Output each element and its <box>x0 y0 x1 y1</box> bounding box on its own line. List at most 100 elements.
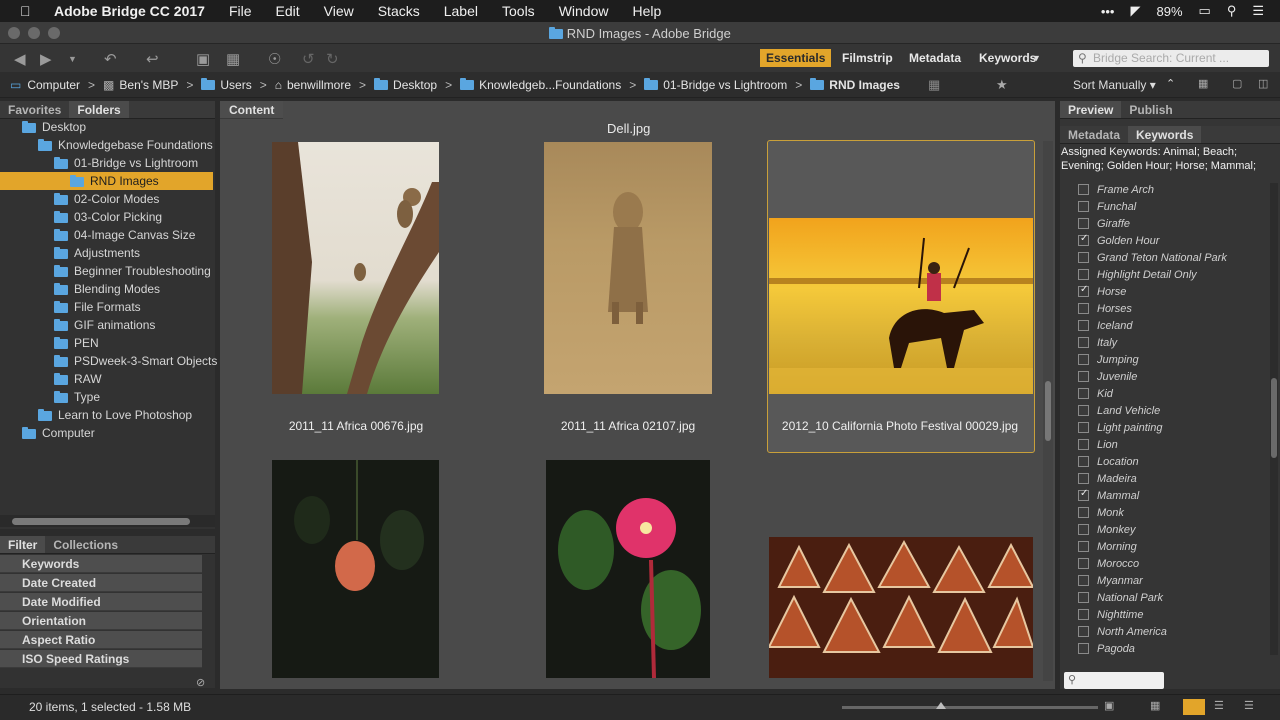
view-list-icon[interactable]: ☰ <box>1244 699 1254 712</box>
keyword-checkbox[interactable] <box>1078 626 1089 637</box>
quality-options-icon[interactable]: ▦ <box>928 77 940 93</box>
lock-thumbnail-grid-icon[interactable]: ▦ <box>1150 699 1160 712</box>
keyword-row[interactable]: Morocco <box>1078 555 1139 572</box>
keyword-row[interactable]: Golden Hour <box>1078 232 1159 249</box>
spotlight-icon[interactable]: ⚲ <box>1227 3 1237 19</box>
filter-date-modified[interactable]: Date Modified <box>0 593 202 611</box>
folder-item[interactable]: 03-Color Picking <box>42 209 162 226</box>
keyword-row[interactable]: Nighttime <box>1078 606 1143 623</box>
keyword-checkbox[interactable] <box>1078 575 1089 586</box>
thumbnail-image[interactable] <box>544 142 712 394</box>
keyword-row[interactable]: Iceland <box>1078 317 1132 334</box>
keyword-row[interactable]: Light painting <box>1078 419 1162 436</box>
keyword-checkbox[interactable] <box>1078 507 1089 518</box>
star-filter-icon[interactable]: ★ <box>996 77 1008 93</box>
keyword-checkbox[interactable] <box>1078 252 1089 263</box>
filter-iso-speed[interactable]: ISO Speed Ratings <box>0 650 202 668</box>
thumbnail-image[interactable] <box>769 218 1033 394</box>
crumb-benwillmore[interactable]: ⌂ benwillmore > <box>275 78 374 92</box>
keyword-row[interactable]: Jumping <box>1078 351 1139 368</box>
keyword-row[interactable]: Lion <box>1078 436 1118 453</box>
camera-download-icon[interactable]: ▣ <box>196 50 210 68</box>
tab-favorites[interactable]: Favorites <box>0 101 69 118</box>
thumbnail-image[interactable] <box>769 537 1033 678</box>
keyword-checkbox[interactable] <box>1078 218 1089 229</box>
notification-center-icon[interactable]: ☰ <box>1252 3 1264 19</box>
keyword-row[interactable]: Pagoda <box>1078 640 1135 657</box>
menu-tools[interactable]: Tools <box>502 3 535 19</box>
keyword-checkbox[interactable] <box>1078 558 1089 569</box>
go-parent-icon[interactable]: ↶ <box>104 50 117 68</box>
menu-stacks[interactable]: Stacks <box>378 3 420 19</box>
keyword-row[interactable]: Horses <box>1078 300 1132 317</box>
keyword-checkbox[interactable] <box>1078 303 1089 314</box>
larger-thumbnails-icon[interactable]: ▣ <box>1104 699 1114 712</box>
tab-content[interactable]: Content <box>220 101 284 119</box>
keyword-row[interactable]: Italy <box>1078 334 1117 351</box>
folder-item[interactable]: 02-Color Modes <box>42 191 159 208</box>
sort-ascending-icon[interactable]: ⌃ <box>1166 77 1175 90</box>
workspace-filmstrip[interactable]: Filmstrip <box>836 49 899 67</box>
tab-publish[interactable]: Publish <box>1121 101 1180 118</box>
battery-percent[interactable]: 89% <box>1156 4 1182 19</box>
keyword-checkbox[interactable] <box>1078 524 1089 535</box>
crumb-users[interactable]: Users > <box>201 77 274 92</box>
scrollbar-thumb[interactable] <box>12 518 190 525</box>
keyword-row[interactable]: Mammal <box>1078 487 1139 504</box>
keyword-row[interactable]: Kid <box>1078 385 1113 402</box>
forward-icon[interactable]: ▶ <box>40 50 52 68</box>
open-recent-icon[interactable]: ▦ <box>1198 77 1208 90</box>
keyword-checkbox[interactable] <box>1078 541 1089 552</box>
keyword-row[interactable]: North America <box>1078 623 1167 640</box>
keyword-row[interactable]: Morning <box>1078 538 1137 555</box>
folder-item[interactable]: Adjustments <box>42 245 140 262</box>
tab-preview[interactable]: Preview <box>1060 101 1122 118</box>
filter-orientation[interactable]: Orientation <box>0 612 202 630</box>
folder-item[interactable]: Knowledgebase Foundations <box>26 137 213 154</box>
keyword-checkbox[interactable] <box>1078 337 1089 348</box>
folder-item[interactable]: Desktop <box>10 119 86 136</box>
keyword-checkbox[interactable] <box>1078 405 1089 416</box>
rotate-left-icon[interactable]: ↺ <box>302 50 315 68</box>
folder-item-selected[interactable]: RND Images <box>58 173 159 190</box>
keyword-checkbox[interactable] <box>1078 473 1089 484</box>
return-to-photoshop-icon[interactable]: ↩ <box>146 50 159 68</box>
crumb-knowledgebase[interactable]: Knowledgeb...Foundations > <box>460 77 644 92</box>
keyword-row[interactable]: Location <box>1078 453 1139 470</box>
clear-filter-icon[interactable]: ⊘ <box>196 676 205 689</box>
filter-keywords[interactable]: Keywords <box>0 555 202 573</box>
keyword-row[interactable]: Horse <box>1078 283 1126 300</box>
keyword-row[interactable]: Myanmar <box>1078 572 1143 589</box>
keyword-checkbox[interactable] <box>1078 284 1089 297</box>
open-camera-raw-icon[interactable]: ☉ <box>268 50 281 68</box>
keyword-checkbox[interactable] <box>1078 643 1089 654</box>
folder-item[interactable]: PSDweek-3-Smart Objects <box>42 353 217 370</box>
keyword-row[interactable]: National Park <box>1078 589 1163 606</box>
keyword-checkbox[interactable] <box>1078 439 1089 450</box>
keyword-checkbox[interactable] <box>1078 592 1089 603</box>
thumbnail-image[interactable] <box>272 142 439 394</box>
keyword-row[interactable]: Monkey <box>1078 521 1136 538</box>
view-thumbnails-button[interactable] <box>1183 699 1205 715</box>
keyword-checkbox[interactable] <box>1078 488 1089 501</box>
keyword-row[interactable]: Frame Arch <box>1078 181 1154 198</box>
keyword-row[interactable]: Madeira <box>1078 470 1137 487</box>
menu-edit[interactable]: Edit <box>276 3 300 19</box>
keyword-checkbox[interactable] <box>1078 609 1089 620</box>
menu-view[interactable]: View <box>324 3 354 19</box>
tab-keywords[interactable]: Keywords <box>1128 126 1202 143</box>
menu-label[interactable]: Label <box>444 3 478 19</box>
keyword-checkbox[interactable] <box>1078 233 1089 246</box>
keyword-checkbox[interactable] <box>1078 456 1089 467</box>
crumb-computer[interactable]: ▭ Computer > <box>10 78 103 92</box>
keyword-row[interactable]: Giraffe <box>1078 215 1130 232</box>
keyword-row[interactable]: Grand Teton National Park <box>1078 249 1227 266</box>
keyword-row[interactable]: Funchal <box>1078 198 1136 215</box>
folder-item[interactable]: Blending Modes <box>42 281 160 298</box>
folder-item[interactable]: GIF animations <box>42 317 155 334</box>
keyword-checkbox[interactable] <box>1078 320 1089 331</box>
recent-dropdown-icon[interactable]: ▼ <box>68 54 77 64</box>
keyword-row[interactable]: Juvenile <box>1078 368 1137 385</box>
wifi-icon[interactable]: ◤ <box>1130 3 1140 19</box>
crumb-bridge-vs-lightroom[interactable]: 01-Bridge vs Lightroom > <box>644 77 810 92</box>
